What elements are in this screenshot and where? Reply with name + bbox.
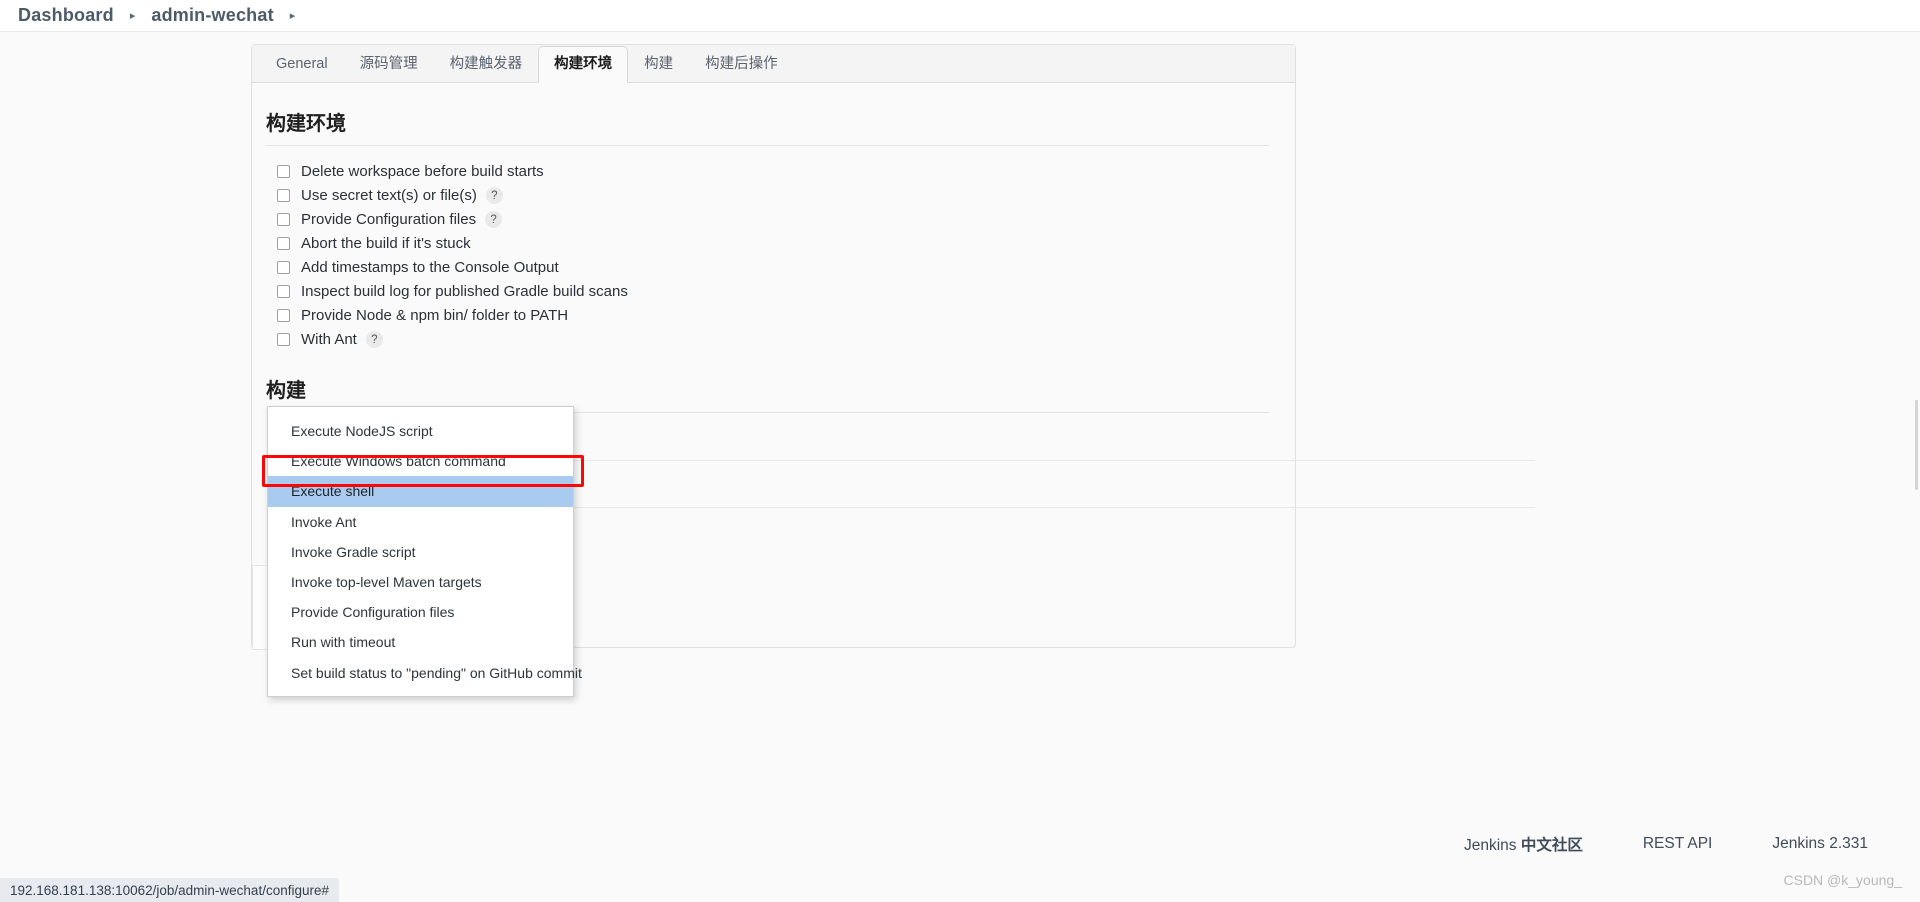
breadcrumb-dropdown-icon[interactable]: ▸ — [290, 11, 296, 22]
footer-version-label: Jenkins 2.331 — [1772, 835, 1868, 852]
help-icon[interactable]: ? — [485, 187, 503, 204]
menu-item-invoke-gradle-script[interactable]: Invoke Gradle script — [268, 537, 573, 567]
menu-item-invoke-ant[interactable]: Invoke Ant — [268, 507, 573, 537]
jenkins-configure-page: Dashboard ▸ admin-wechat ▸ General 源码管理 … — [0, 0, 1920, 902]
breadcrumb: Dashboard ▸ admin-wechat ▸ — [0, 0, 1920, 32]
section-divider-lowest — [517, 507, 1535, 508]
checkbox-row[interactable]: Abort the build if it's stuck — [277, 232, 1269, 255]
watermark-text: CSDN @k_young_ — [1783, 872, 1903, 888]
browser-status-bar: 192.168.181.138:10062/job/admin-wechat/c… — [0, 878, 339, 902]
help-icon[interactable]: ? — [365, 331, 383, 348]
tab-build[interactable]: 构建 — [628, 46, 689, 83]
checkbox-row[interactable]: Add timestamps to the Console Output — [277, 256, 1269, 279]
build-step-dropdown-menu: Execute NodeJS script Execute Windows ba… — [267, 406, 582, 697]
checkbox-with-ant[interactable] — [277, 333, 290, 346]
breadcrumb-item-dashboard[interactable]: Dashboard — [18, 5, 114, 26]
checkbox-row[interactable]: Provide Configuration files ? — [277, 208, 1269, 231]
section-divider — [266, 145, 1269, 146]
checkbox-use-secret-text[interactable] — [277, 189, 290, 202]
tab-build-environment[interactable]: 构建环境 — [538, 45, 629, 83]
menu-item-set-build-status-pending-github[interactable]: Set build status to "pending" on GitHub … — [268, 658, 582, 688]
checkbox-label: Delete workspace before build starts — [301, 163, 544, 180]
menu-item-execute-nodejs-script[interactable]: Execute NodeJS script — [268, 416, 573, 446]
page-title-build: 构建 — [266, 380, 306, 402]
checkbox-delete-workspace[interactable] — [277, 165, 290, 178]
page-footer: Jenkins 中文社区 REST API Jenkins 2.331 — [0, 822, 1920, 866]
breadcrumb-item-admin-wechat[interactable]: admin-wechat — [151, 5, 273, 26]
checkbox-inspect-build-log[interactable] — [277, 285, 290, 298]
footer-community-prefix: Jenkins — [1463, 837, 1521, 854]
checkbox-label: Provide Node & npm bin/ folder to PATH — [301, 307, 569, 324]
section-divider-lower — [517, 460, 1535, 461]
status-bar-url: 192.168.181.138:10062/job/admin-wechat/c… — [10, 882, 329, 898]
menu-item-run-with-timeout[interactable]: Run with timeout — [268, 627, 573, 657]
tab-source-code-management[interactable]: 源码管理 — [344, 46, 434, 83]
breadcrumb-separator-icon: ▸ — [129, 10, 136, 22]
menu-item-invoke-top-level-maven-targets[interactable]: Invoke top-level Maven targets — [268, 567, 573, 597]
checkbox-label: Abort the build if it's stuck — [301, 235, 471, 252]
tab-post-build-actions[interactable]: 构建后操作 — [689, 46, 794, 83]
checkbox-label: Add timestamps to the Console Output — [301, 259, 559, 276]
checkbox-row[interactable]: With Ant ? — [277, 328, 1269, 351]
footer-community-bold: 中文社区 — [1520, 837, 1583, 854]
scrollbar-thumb[interactable] — [1915, 400, 1918, 490]
build-environment-checkbox-list: Delete workspace before build starts Use… — [266, 160, 1269, 351]
checkbox-abort-build-if-stuck[interactable] — [277, 237, 290, 250]
checkbox-label: Provide Configuration files — [301, 211, 477, 228]
menu-item-provide-configuration-files[interactable]: Provide Configuration files — [268, 597, 573, 627]
config-tab-bar: General 源码管理 构建触发器 构建环境 构建 构建后操作 — [252, 45, 1295, 83]
checkbox-label: Inspect build log for published Gradle b… — [301, 283, 628, 300]
footer-link-rest-api[interactable]: REST API — [1643, 835, 1713, 853]
checkbox-row[interactable]: Provide Node & npm bin/ folder to PATH — [277, 304, 1269, 327]
menu-item-execute-shell[interactable]: Execute shell — [268, 476, 573, 507]
checkbox-row[interactable]: Delete workspace before build starts — [277, 160, 1269, 183]
checkbox-row[interactable]: Use secret text(s) or file(s) ? — [277, 184, 1269, 207]
tab-build-triggers[interactable]: 构建触发器 — [434, 46, 539, 83]
checkbox-label: Use secret text(s) or file(s) — [301, 187, 477, 204]
footer-link-chinese-community[interactable]: Jenkins 中文社区 — [1464, 833, 1583, 855]
checkbox-provide-node-npm-path[interactable] — [277, 309, 290, 322]
checkbox-provide-configuration-files[interactable] — [277, 213, 290, 226]
page-title-build-environment: 构建环境 — [266, 113, 346, 135]
menu-item-execute-windows-batch-command[interactable]: Execute Windows batch command — [268, 446, 573, 476]
help-icon[interactable]: ? — [485, 211, 503, 228]
tab-general[interactable]: General — [260, 46, 344, 83]
checkbox-add-timestamps[interactable] — [277, 261, 290, 274]
checkbox-row[interactable]: Inspect build log for published Gradle b… — [277, 280, 1269, 303]
checkbox-label: With Ant — [301, 331, 357, 348]
